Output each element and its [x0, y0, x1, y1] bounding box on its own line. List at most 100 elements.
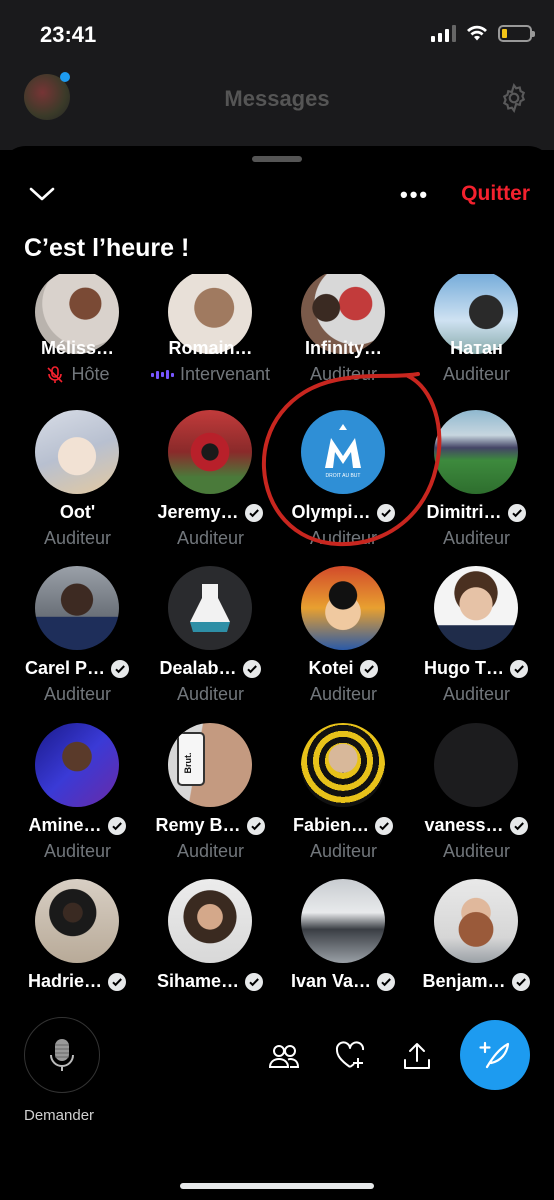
verified-badge-icon	[108, 972, 127, 991]
participant-cell[interactable]: DROIT AU BUT Olympi… Auditeur	[277, 410, 410, 560]
wifi-icon	[467, 25, 487, 41]
participant-avatar	[301, 723, 385, 807]
participant-role-row: Auditeur	[144, 841, 277, 862]
brut-logo-text: Brut.	[183, 753, 193, 774]
participant-cell[interactable]: Fabien… Auditeur	[277, 723, 410, 873]
participant-role-row: Auditeur	[410, 841, 543, 862]
participant-cell[interactable]: Benjam…	[410, 879, 543, 1019]
verified-badge-icon	[377, 972, 396, 991]
participant-name: Fabien…	[292, 815, 369, 835]
compose-button[interactable]	[460, 1020, 530, 1090]
participant-role-row: Auditeur	[144, 528, 277, 549]
notification-dot	[60, 72, 70, 82]
participant-cell[interactable]: vaness… Auditeur	[410, 723, 543, 873]
brut-phone-icon: Brut.	[177, 732, 205, 786]
participant-avatar	[168, 410, 252, 494]
mic-off-icon	[47, 365, 64, 383]
participant-name: Amine…	[28, 815, 102, 835]
status-time: 23:41	[40, 22, 97, 47]
participant-role: Auditeur	[176, 684, 245, 704]
participant-cell[interactable]: Amine… Auditeur	[11, 723, 144, 873]
participant-cell[interactable]: Dealab… Auditeur	[144, 566, 277, 716]
participant-name: Hadrie…	[27, 971, 103, 991]
participant-avatar	[301, 566, 385, 650]
verified-badge-icon	[242, 659, 261, 678]
participant-name-row: Romain…	[144, 338, 277, 359]
participant-role-row: Auditeur	[11, 528, 144, 549]
participant-role: Auditeur	[442, 841, 511, 861]
participant-cell[interactable]: Carel P… Auditeur	[11, 566, 144, 716]
participant-name: Hugo T…	[424, 658, 504, 678]
verified-badge-icon	[509, 659, 528, 678]
verified-badge-icon	[111, 659, 130, 678]
participant-avatar	[35, 566, 119, 650]
home-indicator[interactable]	[180, 1183, 374, 1189]
participant-avatar	[35, 879, 119, 963]
participant-cell[interactable]: Brut. Remy B… Auditeur	[144, 723, 277, 873]
space-title: C’est l’heure !	[24, 234, 190, 262]
status-icons	[431, 24, 535, 42]
participant-name-row: Hadrie…	[11, 971, 144, 992]
request-mic-button[interactable]	[24, 1017, 100, 1093]
participant-name: Olympi…	[291, 502, 371, 522]
verified-badge-icon	[507, 503, 526, 522]
sheet-grabber[interactable]	[252, 156, 302, 162]
participant-cell[interactable]: Jeremy… Auditeur	[144, 410, 277, 560]
verified-badge-icon	[376, 503, 395, 522]
chevron-down-icon[interactable]	[28, 182, 56, 206]
participant-cell[interactable]: Hugo T… Auditeur	[410, 566, 543, 716]
verified-badge-icon	[244, 503, 263, 522]
participant-name: Dealab…	[159, 658, 237, 678]
participant-cell[interactable]: Oot' Auditeur	[11, 410, 144, 560]
participant-cell[interactable]: Hadrie…	[11, 879, 144, 1019]
participant-role: Auditeur	[309, 528, 378, 548]
heart-plus-icon[interactable]	[334, 1040, 366, 1072]
participant-role: Auditeur	[176, 841, 245, 861]
participant-name: Dimitri…	[426, 502, 502, 522]
participant-role: Auditeur	[43, 528, 112, 548]
participant-cell[interactable]: Sihame…	[144, 879, 277, 1019]
participant-name: Méliss…	[40, 338, 115, 358]
sound-wave-icon	[150, 370, 174, 379]
participant-avatar	[434, 723, 518, 807]
participant-cell[interactable]: Dimitri… Auditeur	[410, 410, 543, 560]
participant-role-row: Auditeur	[277, 841, 410, 862]
participant-role: Auditeur	[442, 528, 511, 548]
participant-role-row: Hôte	[11, 364, 144, 385]
verified-badge-icon	[246, 816, 265, 835]
participant-role-row: Auditeur	[410, 364, 543, 385]
participant-name-row: Olympi…	[277, 502, 410, 523]
participant-cell[interactable]: Ivan Va…	[277, 879, 410, 1019]
participant-name-row: Remy B…	[144, 815, 277, 836]
quit-button[interactable]: Quitter	[461, 182, 530, 206]
om-logo-text: DROIT AU BUT	[326, 473, 361, 479]
participant-avatar: Brut.	[168, 723, 252, 807]
participant-cell[interactable]: Romain… Intervenant	[144, 274, 277, 422]
participant-name: Remy B…	[155, 815, 241, 835]
participant-name: Carel P…	[24, 658, 106, 678]
participant-name-row: Oot'	[11, 502, 144, 523]
participant-role: Auditeur	[442, 364, 511, 384]
share-icon[interactable]	[401, 1040, 433, 1072]
participant-role-row: Auditeur	[144, 684, 277, 705]
participant-avatar	[168, 566, 252, 650]
microphone-icon	[50, 1039, 74, 1071]
participant-avatar	[35, 410, 119, 494]
participant-name-row: Hugo T…	[410, 658, 543, 679]
gear-icon[interactable]	[498, 82, 530, 114]
participant-role: Auditeur	[309, 841, 378, 861]
participant-avatar	[434, 879, 518, 963]
participant-cell[interactable]: Натан Auditeur	[410, 274, 543, 422]
participant-name-row: Ivan Va…	[277, 971, 410, 992]
participant-name-row: Méliss…	[11, 338, 144, 359]
participant-name-row: vaness…	[410, 815, 543, 836]
participants-grid: Méliss… Hôte Romain… Intervenant Infinit…	[0, 274, 554, 1019]
participant-role-row: Auditeur	[11, 684, 144, 705]
more-options-button[interactable]: •••	[400, 182, 429, 208]
participant-cell[interactable]: Méliss… Hôte	[11, 274, 144, 422]
participant-cell[interactable]: Kotei Auditeur	[277, 566, 410, 716]
participant-name: Oot'	[59, 502, 96, 522]
participant-cell[interactable]: Infinity… Auditeur	[277, 274, 410, 422]
people-icon[interactable]	[268, 1040, 300, 1072]
participant-role: Hôte	[71, 364, 110, 384]
